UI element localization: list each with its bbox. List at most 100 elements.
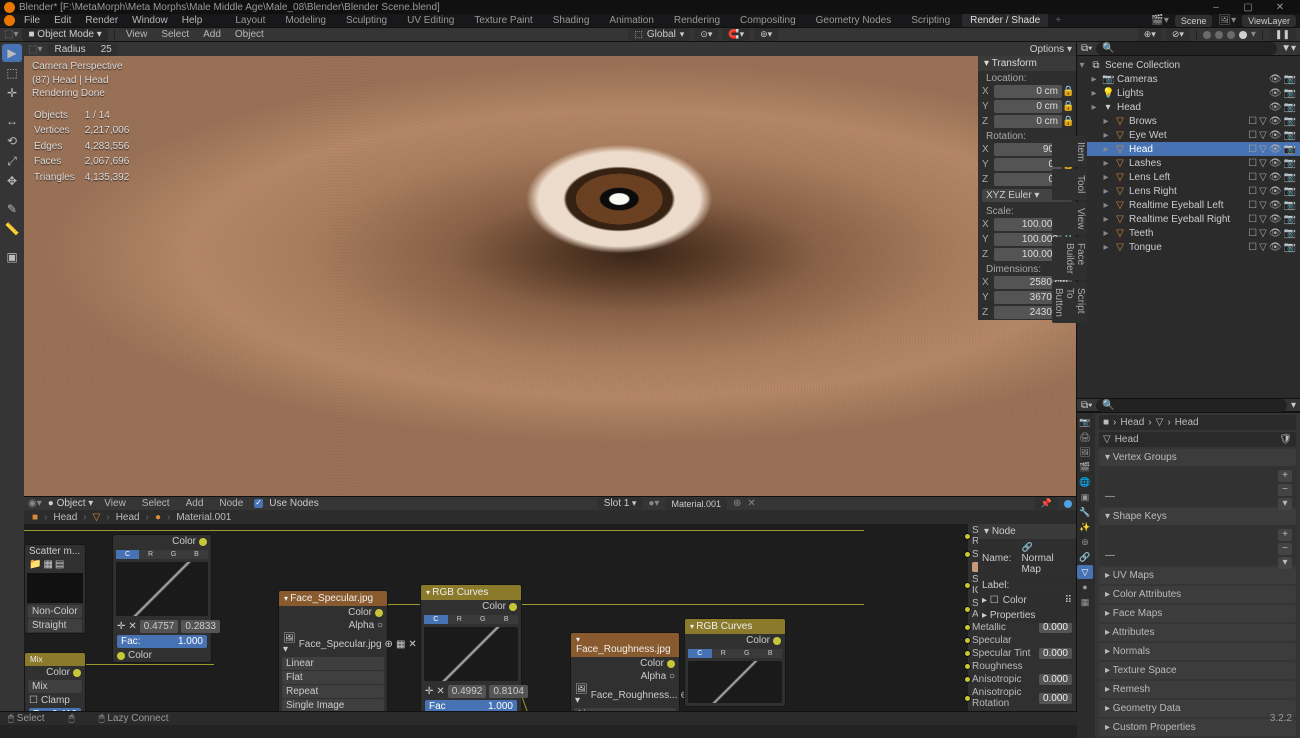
workspace-tab[interactable]: Texture Paint — [466, 14, 540, 27]
node-menu-node[interactable]: Node — [214, 498, 248, 509]
workspace-tab[interactable]: Shading — [545, 14, 598, 27]
menu-edit[interactable]: Edit — [49, 15, 76, 26]
workspace-tab[interactable]: Render / Shade — [962, 14, 1048, 27]
viewlayer-field[interactable]: ViewLayer — [1242, 15, 1296, 27]
orientation-selector[interactable]: ⬚ Global ▾ — [628, 28, 690, 41]
ptab-physics[interactable]: ⊚ — [1077, 535, 1093, 549]
options-dropdown[interactable]: Options ▾ — [1030, 44, 1072, 55]
mode-selector[interactable]: ■ Object Mode ▾ — [22, 28, 107, 41]
panel-header[interactable]: ▸ Normals — [1099, 643, 1296, 660]
rotate-tool[interactable]: ⟲ — [2, 132, 22, 150]
3d-viewport[interactable]: ⬚▾ Radius 25 Options ▾ Camera Perspectiv… — [24, 42, 1076, 496]
workspace-tab[interactable]: Scripting — [903, 14, 958, 27]
props-breadcrumb-icon[interactable]: ⧉▾ — [1081, 400, 1092, 411]
cursor-3d-tool[interactable]: ✛ — [2, 84, 22, 102]
workspace-tab[interactable]: Compositing — [732, 14, 804, 27]
panel-header[interactable]: ▸ Face Maps — [1099, 605, 1296, 622]
node-scatter[interactable]: Scatter m... 📁▦▤ Non-Color Straight — [24, 544, 86, 634]
bsdf-value[interactable]: 0.000 — [1039, 622, 1072, 633]
app-logo-icon[interactable] — [4, 15, 15, 26]
scene-field[interactable]: Scene — [1175, 15, 1213, 27]
add-workspace-button[interactable]: + — [1052, 15, 1064, 26]
close-button[interactable]: ✕ — [1264, 2, 1296, 13]
node-rgb-curves-2[interactable]: ▾ RGB Curves Color CRGB — [684, 618, 786, 707]
shading-matprev[interactable] — [1227, 31, 1235, 39]
menu-render[interactable]: Render — [80, 15, 123, 26]
props-options[interactable]: ▾ — [1291, 400, 1296, 411]
node-menu-view[interactable]: View — [99, 498, 131, 509]
outliner-item[interactable]: ▸▽Realtime Eyeball Left☐▽👁📷 — [1077, 198, 1300, 212]
panel-header[interactable]: ▸ UV Maps — [1099, 567, 1296, 584]
node-face-specular[interactable]: ▾ Face_Specular.jpg Color Alpha ○ 🖼▾Face… — [278, 590, 388, 711]
outliner-item[interactable]: ▸▽Lens Right☐▽👁📷 — [1077, 184, 1300, 198]
backdrop-toggle[interactable] — [1064, 500, 1072, 508]
radius-field[interactable]: Radius 25 — [48, 43, 117, 56]
node-name-field[interactable]: 🔗 Normal Map — [1015, 541, 1072, 576]
gizmo-toggle[interactable]: ⊕▾ — [1138, 28, 1162, 41]
snap-selector[interactable]: 🧲▾ — [722, 28, 750, 41]
ptab-particles[interactable]: ✨ — [1077, 520, 1093, 534]
outliner-item[interactable]: ▸▽Realtime Eyeball Right☐▽👁📷 — [1077, 212, 1300, 226]
select-box-tool[interactable]: ⬚ — [2, 64, 22, 82]
outliner-item[interactable]: ▸📷Cameras👁📷 — [1077, 72, 1300, 86]
slot-selector[interactable]: Slot 1 ▾ — [598, 497, 643, 510]
node-type[interactable]: ● Object ▾ — [48, 498, 94, 509]
outliner-item[interactable]: ▸▽Lashes☐▽👁📷 — [1077, 156, 1300, 170]
add-btn[interactable]: + — [1278, 529, 1292, 541]
workspace-tab[interactable]: Sculpting — [338, 14, 395, 27]
minimize-button[interactable]: – — [1200, 2, 1232, 13]
ptab-output[interactable]: 🖨 — [1077, 430, 1093, 444]
menu-help[interactable]: Help — [177, 15, 208, 26]
pause-render[interactable]: ❚❚ — [1269, 28, 1296, 41]
editor-type-icon[interactable]: ⬚▾ — [4, 29, 18, 40]
panel-header[interactable]: ▸ Remesh — [1099, 681, 1296, 698]
shading-wireframe[interactable] — [1203, 31, 1211, 39]
use-nodes-check[interactable] — [254, 499, 263, 508]
pivot-selector[interactable]: ⊙▾ — [694, 28, 718, 41]
measure-tool[interactable]: 📏 — [2, 220, 22, 238]
n-panel-tab[interactable]: Script To Button — [1052, 282, 1087, 323]
ptab-material[interactable]: ● — [1077, 580, 1093, 594]
cursor-tool[interactable]: ▶ — [2, 44, 22, 62]
n-panel-tab[interactable]: Tool — [1052, 169, 1087, 199]
outliner-tree[interactable]: ▾⧉Scene Collection ▸📷Cameras👁📷▸💡Lights👁📷… — [1077, 56, 1300, 398]
pin-node[interactable]: 📌 — [1035, 497, 1058, 510]
n-panel-tab[interactable]: Face Builder — [1052, 237, 1087, 280]
shading-rendered[interactable] — [1239, 31, 1247, 39]
n-panel-tab[interactable]: Item — [1052, 136, 1087, 167]
bsdf-value[interactable]: 0.000 — [1039, 693, 1072, 704]
outliner-item[interactable]: ▸▽Lens Left☐▽👁📷 — [1077, 170, 1300, 184]
proportional-selector[interactable]: ⊚▾ — [754, 28, 778, 41]
ptab-modifiers[interactable]: 🔧 — [1077, 505, 1093, 519]
bsdf-value[interactable]: 0.000 — [1039, 674, 1072, 685]
node-curves-small[interactable]: Color CRGB ✛✕0.47570.2833 Fac:1.000 Colo… — [112, 534, 212, 663]
outliner-item[interactable]: ▸▽Tongue☐▽👁📷 — [1077, 240, 1300, 254]
transform-value[interactable]: 0 cm — [994, 115, 1062, 128]
panel-header[interactable]: ▸ Color Attributes — [1099, 586, 1296, 603]
add-btn[interactable]: + — [1278, 470, 1292, 482]
material-unlink[interactable]: ✕ — [747, 498, 755, 509]
node-rgb-curves-1[interactable]: ▾ RGB Curves Color CRGB ✛✕0.49920.8104 F… — [420, 584, 522, 711]
workspace-tab[interactable]: Layout — [227, 14, 273, 27]
material-field[interactable]: Material.001 — [665, 498, 727, 510]
shield-icon[interactable]: 🛡 — [1279, 434, 1292, 445]
ptab-texture[interactable]: ▦ — [1077, 595, 1093, 609]
overlay-toggle[interactable]: ⊘▾ — [1166, 28, 1190, 41]
menu-btn[interactable]: ▾ — [1278, 557, 1292, 569]
vp-menu-view[interactable]: View — [121, 29, 153, 40]
panel-header[interactable]: ▾ Vertex Groups — [1099, 449, 1296, 466]
ptab-scene[interactable]: 🎬 — [1077, 460, 1093, 474]
outliner-item[interactable]: ▸▽Teeth☐▽👁📷 — [1077, 226, 1300, 240]
outliner-item[interactable]: ▸▽Brows☐▽👁📷 — [1077, 114, 1300, 128]
menu-btn[interactable]: ▾ — [1278, 498, 1292, 510]
editor-type-node[interactable]: ◉▾ — [28, 498, 42, 509]
outliner-item[interactable]: ▸▽Head☐▽👁📷 — [1077, 142, 1300, 156]
ptab-render[interactable]: 📷 — [1077, 415, 1093, 429]
panel-header[interactable]: ▸ Texture Space — [1099, 662, 1296, 679]
n-panel-tab[interactable]: View — [1052, 202, 1087, 236]
panel-header[interactable]: ▸ Attributes — [1099, 624, 1296, 641]
outliner-type[interactable]: ⧉▾ — [1081, 43, 1092, 54]
workspace-tab[interactable]: UV Editing — [399, 14, 462, 27]
transform-value[interactable]: 0 cm — [994, 100, 1062, 113]
ptab-object[interactable]: ▣ — [1077, 490, 1093, 504]
